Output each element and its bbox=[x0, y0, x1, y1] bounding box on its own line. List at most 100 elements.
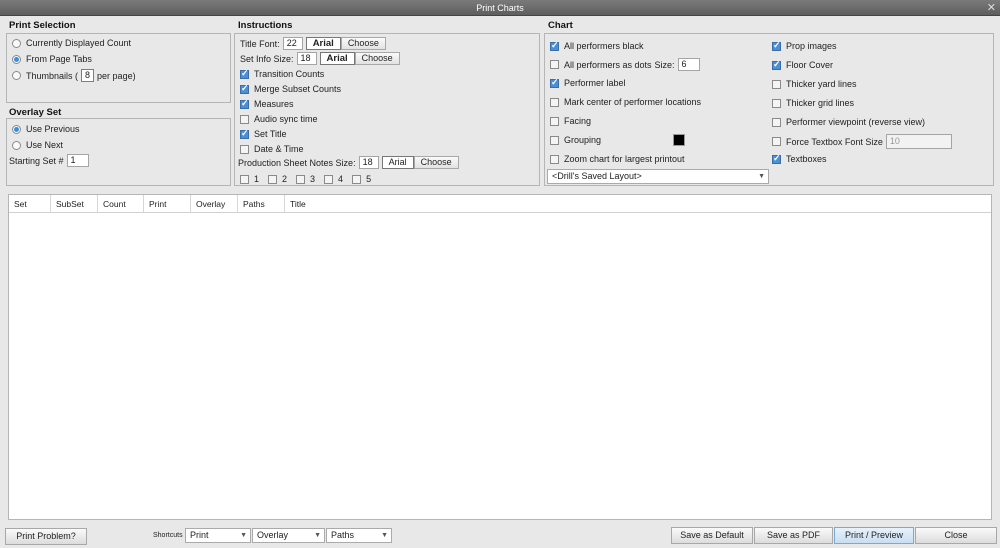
check-label: Zoom chart for largest printout bbox=[564, 154, 685, 164]
column-header-set[interactable]: Set bbox=[9, 195, 51, 213]
radio-icon[interactable] bbox=[12, 38, 21, 48]
notes-font-name: Arial bbox=[381, 156, 414, 169]
checkbox-icon[interactable] bbox=[268, 174, 278, 184]
title-font-name: Arial bbox=[305, 37, 341, 50]
check-date-time[interactable]: Date & Time bbox=[240, 144, 304, 154]
close-icon[interactable]: ✕ bbox=[987, 0, 996, 16]
checkbox-checked-icon[interactable] bbox=[772, 59, 781, 70]
checkbox-icon[interactable] bbox=[240, 144, 249, 154]
column-header-print[interactable]: Print bbox=[144, 195, 191, 213]
option-use-previous[interactable]: Use Previous bbox=[12, 124, 80, 134]
close-button[interactable]: Close bbox=[915, 527, 997, 544]
column-header-subset[interactable]: SubSet bbox=[51, 195, 98, 213]
checkbox-checked-icon[interactable] bbox=[240, 68, 249, 79]
option-from-page-tabs[interactable]: From Page Tabs bbox=[12, 54, 92, 64]
check-transition-counts[interactable]: Transition Counts bbox=[240, 68, 324, 79]
checkbox-icon[interactable] bbox=[324, 174, 334, 184]
check-force-textbox-font[interactable]: Force Textbox Font Size 10 bbox=[772, 134, 955, 149]
check-label: Audio sync time bbox=[254, 114, 318, 124]
checkbox-icon[interactable] bbox=[772, 79, 781, 89]
print-sets-table[interactable]: Set SubSet Count Print Overlay Paths Tit… bbox=[8, 194, 992, 520]
checkbox-checked-icon[interactable] bbox=[550, 77, 559, 88]
chevron-down-icon: ▼ bbox=[240, 532, 247, 539]
option-thumbnails[interactable]: Thumbnails ( 8 per page) bbox=[12, 69, 136, 82]
instructions-group: Title Font: 22 Arial Choose Set Info Siz… bbox=[234, 33, 540, 186]
set-info-size-input[interactable]: 18 bbox=[296, 52, 317, 65]
shortcut-value: Print bbox=[190, 530, 209, 540]
column-header-count[interactable]: Count bbox=[98, 195, 144, 213]
title-font-size-input[interactable]: 22 bbox=[282, 37, 303, 50]
option-use-next[interactable]: Use Next bbox=[12, 140, 63, 150]
save-as-pdf-button[interactable]: Save as PDF bbox=[754, 527, 833, 544]
checkbox-checked-icon[interactable] bbox=[240, 83, 249, 94]
check-textboxes[interactable]: Textboxes bbox=[772, 153, 827, 164]
option-label: Use Next bbox=[26, 140, 64, 150]
check-thicker-yard-lines[interactable]: Thicker yard lines bbox=[772, 79, 857, 89]
checkbox-icon[interactable] bbox=[550, 60, 559, 69]
checkbox-checked-icon[interactable] bbox=[772, 40, 781, 51]
checkbox-icon[interactable] bbox=[772, 98, 781, 108]
checkbox-checked-icon[interactable] bbox=[550, 40, 559, 51]
shortcut-select-print[interactable]: Print ▼ bbox=[185, 528, 251, 543]
option-currently-displayed[interactable]: Currently Displayed Count bbox=[12, 38, 131, 48]
check-all-performers-black[interactable]: All performers black bbox=[550, 40, 644, 51]
radio-selected-icon[interactable] bbox=[12, 124, 21, 134]
thumbnails-suffix: per page) bbox=[97, 70, 136, 81]
starting-set-input[interactable]: 1 bbox=[66, 154, 89, 167]
column-header-paths[interactable]: Paths bbox=[238, 195, 285, 213]
check-prop-images[interactable]: Prop images bbox=[772, 40, 837, 51]
checkbox-icon[interactable] bbox=[240, 174, 249, 184]
checkbox-icon[interactable] bbox=[550, 154, 559, 164]
checkbox-checked-icon[interactable] bbox=[772, 153, 781, 164]
title-font-choose-button[interactable]: Choose bbox=[340, 37, 386, 50]
print-preview-button[interactable]: Print / Preview bbox=[834, 527, 914, 544]
set-info-row: Set Info Size: 18 Arial Choose bbox=[240, 52, 400, 65]
saved-layout-select[interactable]: <Drill's Saved Layout> ▼ bbox=[547, 169, 769, 184]
check-thicker-grid-lines[interactable]: Thicker grid lines bbox=[772, 98, 854, 108]
checkbox-icon[interactable] bbox=[352, 174, 362, 184]
checkbox-icon[interactable] bbox=[772, 137, 781, 146]
check-performer-viewpoint[interactable]: Performer viewpoint (reverse view) bbox=[772, 117, 925, 127]
checkbox-checked-icon[interactable] bbox=[240, 98, 249, 109]
checkbox-icon[interactable] bbox=[550, 116, 559, 126]
checkbox-icon[interactable] bbox=[550, 97, 559, 107]
check-performer-label[interactable]: Performer label bbox=[550, 77, 626, 88]
checkbox-icon[interactable] bbox=[240, 114, 249, 124]
check-label: Textboxes bbox=[786, 154, 827, 164]
checkbox-icon[interactable] bbox=[772, 117, 781, 127]
check-grouping[interactable]: Grouping bbox=[550, 135, 601, 145]
dots-size-input[interactable]: 6 bbox=[677, 58, 700, 71]
print-problem-button[interactable]: Print Problem? bbox=[5, 528, 87, 545]
checkbox-checked-icon[interactable] bbox=[240, 128, 249, 139]
check-performers-as-dots[interactable]: All performers as dots Size: 6 bbox=[550, 58, 703, 71]
check-audio-sync-time[interactable]: Audio sync time bbox=[240, 114, 318, 124]
dots-size-label: Size: bbox=[654, 59, 675, 70]
check-facing[interactable]: Facing bbox=[550, 116, 591, 126]
radio-icon[interactable] bbox=[12, 140, 21, 150]
check-label: Thicker grid lines bbox=[786, 98, 855, 108]
check-set-title[interactable]: Set Title bbox=[240, 128, 287, 139]
check-merge-subset-counts[interactable]: Merge Subset Counts bbox=[240, 83, 341, 94]
check-floor-cover[interactable]: Floor Cover bbox=[772, 59, 833, 70]
notes-size-input[interactable]: 18 bbox=[358, 156, 379, 169]
set-info-choose-button[interactable]: Choose bbox=[354, 52, 400, 65]
notes-choose-button[interactable]: Choose bbox=[413, 156, 459, 169]
radio-icon[interactable] bbox=[12, 71, 21, 80]
column-header-overlay[interactable]: Overlay bbox=[191, 195, 238, 213]
shortcuts-label: Shortcuts bbox=[153, 532, 183, 539]
shortcut-select-paths[interactable]: Paths ▼ bbox=[326, 528, 392, 543]
radio-selected-icon[interactable] bbox=[12, 54, 21, 64]
checkbox-icon[interactable] bbox=[550, 135, 559, 145]
check-zoom-chart[interactable]: Zoom chart for largest printout bbox=[550, 154, 685, 164]
grouping-color-swatch[interactable] bbox=[673, 134, 685, 146]
check-label: Performer viewpoint (reverse view) bbox=[786, 117, 926, 127]
checkbox-icon[interactable] bbox=[296, 174, 306, 184]
check-measures[interactable]: Measures bbox=[240, 98, 294, 109]
check-mark-center[interactable]: Mark center of performer locations bbox=[550, 97, 701, 107]
thumbnails-count-input[interactable]: 8 bbox=[81, 69, 95, 82]
force-font-size-input[interactable]: 10 bbox=[885, 134, 952, 149]
chevron-down-icon: ▼ bbox=[381, 532, 388, 539]
save-as-default-button[interactable]: Save as Default bbox=[671, 527, 753, 544]
column-header-title[interactable]: Title bbox=[285, 195, 991, 213]
shortcut-select-overlay[interactable]: Overlay ▼ bbox=[252, 528, 325, 543]
